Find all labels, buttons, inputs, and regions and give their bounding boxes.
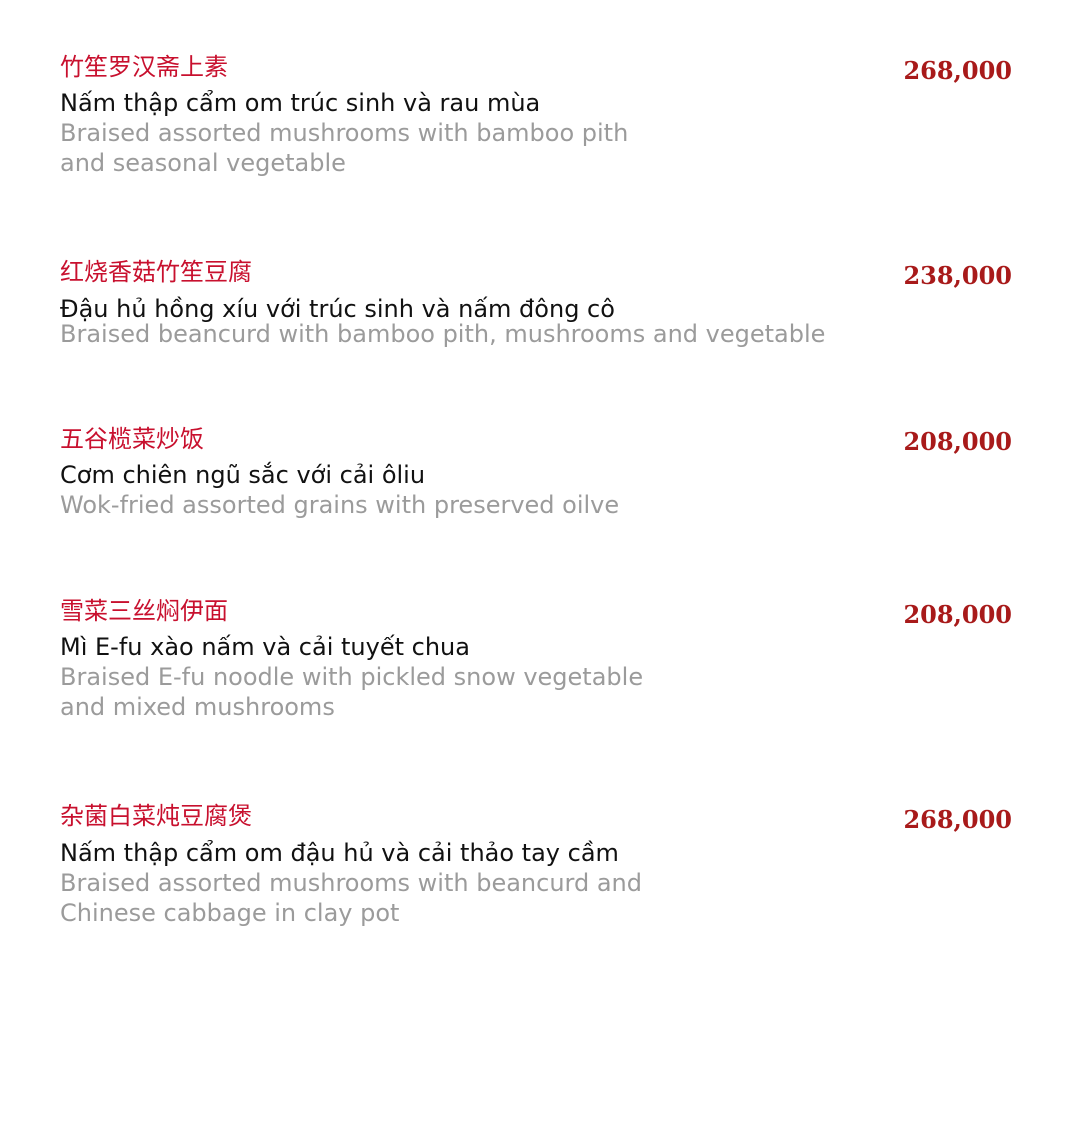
dish-name-vietnamese: Nấm thập cẩm om trúc sinh và rau mùa: [60, 89, 541, 117]
dish-price: 208,000: [903, 600, 1012, 629]
dish-description-english: Braised beancurd with bamboo pith, mushr…: [60, 320, 826, 348]
menu-item: 杂菌白菜炖豆腐煲 268,000 Nấm thập cẩm om đậu hủ …: [0, 801, 1080, 951]
dish-name-vietnamese: Cơm chiên ngũ sắc với cải ôliu: [60, 461, 426, 489]
dish-name-chinese: 雪菜三丝焖伊面: [60, 597, 228, 625]
dish-name-vietnamese: Mì E-fu xào nấm và cải tuyết chua: [60, 633, 470, 661]
dish-description-english: Braised assorted mushrooms with beancurd…: [60, 869, 642, 927]
dish-name-chinese: 五谷榄菜炒饭: [60, 425, 204, 453]
dish-price: 238,000: [903, 261, 1012, 290]
dish-description-english: Braised E-fu noodle with pickled snow ve…: [60, 663, 644, 721]
dish-price: 208,000: [903, 427, 1012, 456]
dish-description-english: Braised assorted mushrooms with bamboo p…: [60, 119, 629, 177]
dish-price: 268,000: [903, 805, 1012, 834]
menu-item: 五谷榄菜炒饭 208,000 Cơm chiên ngũ sắc với cải…: [0, 424, 1080, 574]
dish-name-vietnamese: Nấm thập cẩm om đậu hủ và cải thảo tay c…: [60, 839, 619, 867]
menu-item: 红烧香菇竹笙豆腐 238,000 Đậu hủ hồng xíu với trú…: [0, 257, 1080, 407]
menu-item: 雪菜三丝焖伊面 208,000 Mì E-fu xào nấm và cải t…: [0, 596, 1080, 746]
dish-name-chinese: 杂菌白菜炖豆腐煲: [60, 802, 252, 830]
menu-item: 竹笙罗汉斋上素 268,000 Nấm thập cẩm om trúc sin…: [0, 52, 1080, 202]
dish-price: 268,000: [903, 56, 1012, 85]
dish-description-english: Wok-fried assorted grains with preserved…: [60, 491, 620, 519]
dish-name-chinese: 红烧香菇竹笙豆腐: [60, 258, 252, 286]
dish-name-chinese: 竹笙罗汉斋上素: [60, 53, 228, 81]
